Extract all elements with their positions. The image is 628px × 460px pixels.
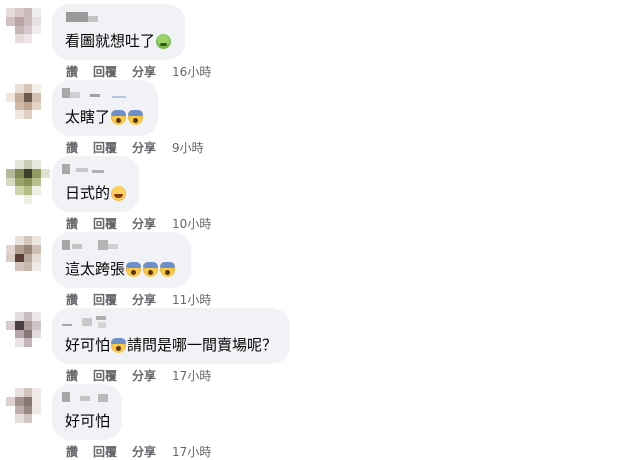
share-link[interactable]: 分享 <box>132 216 156 232</box>
avatar[interactable] <box>6 236 50 280</box>
avatar[interactable] <box>6 388 50 432</box>
comment-item: 看圖就想吐了 讚 回覆 分享 16小時 <box>0 4 628 80</box>
comment-bubble: 好可怕 請問是哪一間賣場呢？ <box>52 308 290 364</box>
comment-item: 這太跨張 讚 回覆 分享 11小時 <box>0 232 628 308</box>
share-link[interactable]: 分享 <box>132 444 156 460</box>
comment-text-part: 這太跨張 <box>65 260 126 278</box>
reply-link[interactable]: 回覆 <box>93 64 117 80</box>
comment-text-part: 太瞎了 <box>65 108 111 126</box>
share-link[interactable]: 分享 <box>132 140 156 156</box>
like-link[interactable]: 讚 <box>66 140 78 156</box>
scream-emoji-icon <box>160 261 176 277</box>
comment-timestamp[interactable]: 17小時 <box>172 444 211 460</box>
comment-bubble: 日式的 <box>52 156 139 212</box>
comment-text-part: 看圖就想吐了 <box>65 32 156 50</box>
nausea-emoji-icon <box>156 33 172 49</box>
avatar[interactable] <box>6 8 50 52</box>
comment-text: 日式的 <box>65 183 127 203</box>
comment-text-part: 好可怕 <box>65 412 111 430</box>
share-link[interactable]: 分享 <box>132 292 156 308</box>
avatar[interactable] <box>6 84 50 128</box>
like-link[interactable]: 讚 <box>66 444 78 460</box>
comment-text: 好可怕 請問是哪一間賣場呢？ <box>65 335 277 355</box>
comment-bubble: 看圖就想吐了 <box>52 4 185 60</box>
comment-actions: 讚 回覆 分享 17小時 <box>66 368 211 384</box>
scream-emoji-icon <box>111 109 127 125</box>
comment-actions: 讚 回覆 分享 17小時 <box>66 444 211 460</box>
comment-text-part: 好可怕 <box>65 336 111 354</box>
comment-item: 好可怕 讚 回覆 分享 17小時 <box>0 384 628 460</box>
comment-timestamp[interactable]: 17小時 <box>172 368 211 384</box>
comment-bubble: 好可怕 <box>52 384 122 440</box>
comment-bubble: 太瞎了 <box>52 80 158 136</box>
comment-text-part: 日式的 <box>65 184 111 202</box>
comment-text: 看圖就想吐了 <box>65 31 172 51</box>
comment-timestamp[interactable]: 9小時 <box>172 140 204 156</box>
scream-emoji-icon <box>128 109 144 125</box>
comment-text: 太瞎了 <box>65 107 144 127</box>
scream-emoji-icon <box>143 261 159 277</box>
reply-link[interactable]: 回覆 <box>93 292 117 308</box>
like-link[interactable]: 讚 <box>66 216 78 232</box>
reply-link[interactable]: 回覆 <box>93 444 117 460</box>
comment-item: 好可怕 請問是哪一間賣場呢？ 讚 回覆 分享 17小時 <box>0 308 628 384</box>
like-link[interactable]: 讚 <box>66 368 78 384</box>
comment-text-part: 請問是哪一間賣場呢？ <box>127 336 278 354</box>
share-link[interactable]: 分享 <box>132 368 156 384</box>
comment-text: 好可怕 <box>65 411 110 431</box>
comment-timestamp[interactable]: 16小時 <box>172 64 211 80</box>
comment-actions: 讚 回覆 分享 10小時 <box>66 216 211 232</box>
avatar[interactable] <box>6 312 50 356</box>
comment-item: 太瞎了 讚 回覆 分享 9小時 <box>0 80 628 156</box>
comment-bubble: 這太跨張 <box>52 232 191 288</box>
reply-link[interactable]: 回覆 <box>93 140 117 156</box>
comment-text: 這太跨張 <box>65 259 176 279</box>
laugh-emoji-icon <box>111 185 127 201</box>
avatar[interactable] <box>6 160 50 204</box>
comment-item: 日式的 讚 回覆 分享 10小時 <box>0 156 628 232</box>
comment-timestamp[interactable]: 11小時 <box>172 292 211 308</box>
comment-actions: 讚 回覆 分享 11小時 <box>66 292 211 308</box>
scream-emoji-icon <box>126 261 142 277</box>
share-link[interactable]: 分享 <box>132 64 156 80</box>
reply-link[interactable]: 回覆 <box>93 368 117 384</box>
comment-timestamp[interactable]: 10小時 <box>172 216 211 232</box>
like-link[interactable]: 讚 <box>66 292 78 308</box>
comment-actions: 讚 回覆 分享 16小時 <box>66 64 211 80</box>
comment-actions: 讚 回覆 分享 9小時 <box>66 140 204 156</box>
scream-emoji-icon <box>111 337 127 353</box>
reply-link[interactable]: 回覆 <box>93 216 117 232</box>
like-link[interactable]: 讚 <box>66 64 78 80</box>
